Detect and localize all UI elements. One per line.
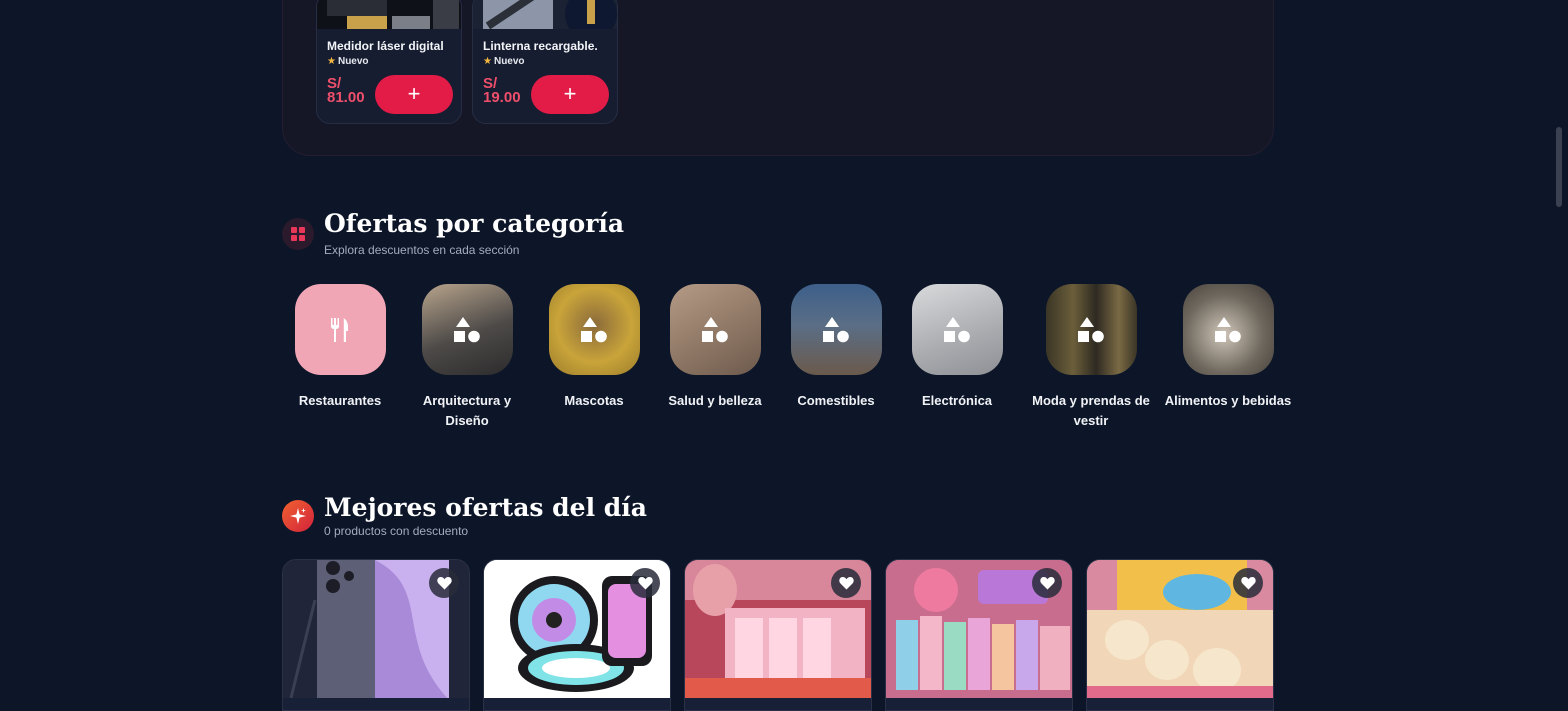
add-to-cart-button[interactable]: + — [375, 75, 453, 114]
heart-icon — [436, 577, 452, 590]
category-tile — [1182, 284, 1274, 375]
category-tile — [1045, 284, 1137, 375]
category-label: Restaurantes — [298, 393, 382, 408]
categories-subtitle: Explora descuentos en cada sección — [324, 243, 520, 257]
category-alimentos[interactable]: Alimentos y bebidas — [1163, 284, 1293, 411]
shapes-icon — [1078, 316, 1104, 342]
star-icon: ★ — [327, 56, 336, 67]
product-name: Linterna recargable. — [483, 39, 598, 53]
category-label: Mascotas — [564, 393, 624, 408]
shapes-icon — [702, 316, 728, 342]
category-moda[interactable]: Moda y prendas de vestir — [1026, 284, 1156, 431]
featured-products-panel: Medidor láser digital ★ Nuevo S/81.00 + L… — [282, 0, 1274, 156]
utensils-icon — [331, 317, 348, 342]
card-footer — [685, 698, 871, 710]
heart-icon — [637, 577, 653, 590]
deal-card[interactable] — [684, 559, 872, 711]
shapes-icon — [944, 316, 970, 342]
deals-subtitle: 0 productos con descuento — [324, 524, 469, 538]
category-electronica[interactable]: Electrónica — [892, 284, 1022, 411]
product-image — [473, 0, 617, 40]
category-label: Alimentos y bebidas — [1164, 393, 1292, 408]
heart-icon — [1240, 577, 1256, 590]
product-price: S/19.00 — [483, 75, 521, 106]
deal-card[interactable] — [885, 559, 1073, 711]
favorite-button[interactable] — [1233, 568, 1263, 598]
category-label: Comestibles — [797, 393, 875, 408]
category-tile — [548, 284, 640, 375]
category-tile — [790, 284, 882, 375]
category-mascotas[interactable]: Mascotas — [529, 284, 659, 411]
deal-card[interactable] — [282, 559, 470, 711]
category-tile — [669, 284, 761, 375]
heart-icon — [1039, 577, 1055, 590]
card-footer — [484, 698, 670, 710]
category-label: Salud y belleza — [668, 393, 762, 408]
shapes-icon — [823, 316, 849, 342]
card-footer — [1087, 698, 1273, 710]
favorite-button[interactable] — [1032, 568, 1062, 598]
card-footer — [283, 698, 469, 710]
favorite-button[interactable] — [831, 568, 861, 598]
deals-title: Mejores ofertas del día — [324, 493, 647, 522]
category-restaurantes[interactable]: Restaurantes — [275, 284, 405, 411]
new-badge: ★ Nuevo — [483, 56, 525, 67]
favorite-button[interactable] — [630, 568, 660, 598]
category-salud-belleza[interactable]: Salud y belleza — [650, 284, 780, 411]
shapes-icon — [1215, 316, 1241, 342]
add-to-cart-button[interactable]: + — [531, 75, 609, 114]
grid-icon — [282, 218, 314, 250]
category-comestibles[interactable]: Comestibles — [771, 284, 901, 411]
shapes-icon — [454, 316, 480, 342]
category-arquitectura[interactable]: Arquitectura y Diseño — [402, 284, 532, 431]
product-card[interactable]: Medidor láser digital ★ Nuevo S/81.00 + — [316, 0, 462, 124]
product-name: Medidor láser digital — [327, 39, 444, 53]
category-tile — [421, 284, 513, 375]
category-tile — [294, 284, 386, 375]
categories-title: Ofertas por categoría — [324, 209, 625, 238]
category-tile — [911, 284, 1003, 375]
category-label: Arquitectura y Diseño — [422, 393, 512, 428]
page-scrollbar[interactable] — [1551, 0, 1568, 711]
product-image — [317, 0, 461, 29]
category-label: Moda y prendas de vestir — [1032, 393, 1150, 428]
shapes-icon — [581, 316, 607, 342]
deal-card[interactable] — [1086, 559, 1274, 711]
scrollbar-thumb[interactable] — [1556, 127, 1562, 207]
product-card[interactable]: Linterna recargable. ★ Nuevo S/19.00 + — [472, 0, 618, 124]
card-footer — [886, 698, 1072, 710]
product-price: S/81.00 — [327, 75, 365, 106]
new-badge: ★ Nuevo — [327, 56, 369, 67]
star-icon: ★ — [483, 56, 492, 67]
deal-card[interactable] — [483, 559, 671, 711]
favorite-button[interactable] — [429, 568, 459, 598]
sparkle-icon — [282, 500, 314, 532]
heart-icon — [838, 577, 854, 590]
category-label: Electrónica — [921, 393, 993, 408]
